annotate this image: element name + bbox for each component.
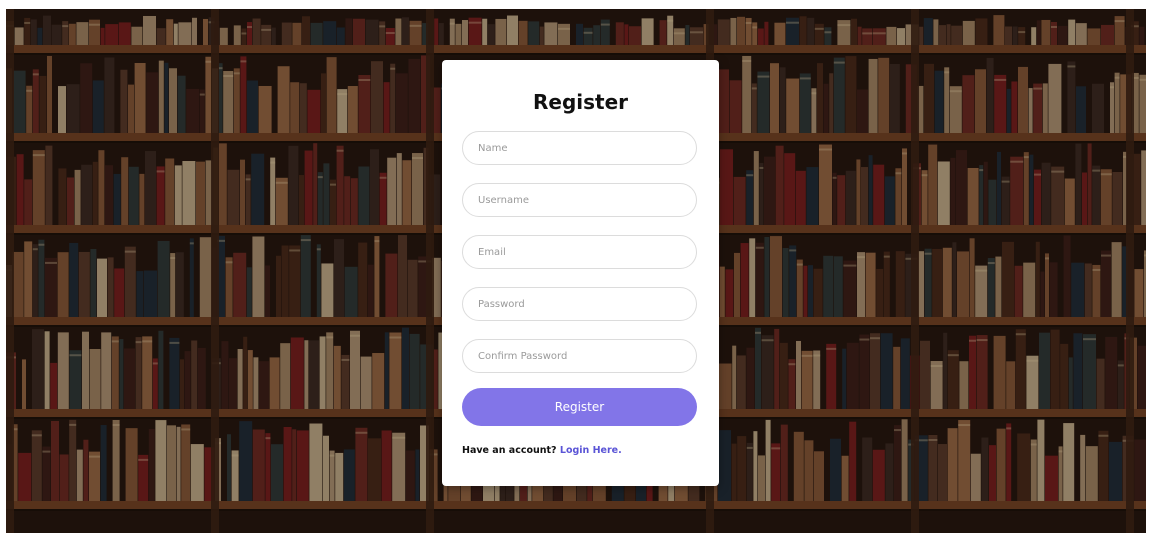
password-input[interactable] (462, 287, 697, 321)
register-card: Register Register Have an account? Login… (442, 60, 719, 486)
register-title: Register (532, 90, 629, 114)
register-button[interactable]: Register (462, 388, 697, 426)
confirm-password-input[interactable] (462, 339, 697, 373)
have-account-text: Have an account? (462, 445, 557, 456)
login-here-link[interactable]: Login Here. (560, 445, 622, 456)
name-input[interactable] (462, 131, 697, 165)
page-background: Register Register Have an account? Login… (6, 9, 1146, 533)
username-input[interactable] (462, 183, 697, 217)
login-prompt: Have an account? Login Here. (462, 445, 622, 456)
email-input[interactable] (462, 235, 697, 269)
